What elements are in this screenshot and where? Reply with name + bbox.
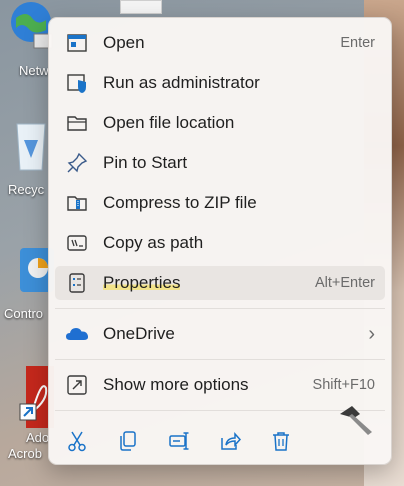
menu-item-compress-to-zip[interactable]: Compress to ZIP file — [55, 186, 385, 220]
delete-button[interactable] — [264, 424, 298, 458]
rename-icon — [169, 432, 189, 450]
menu-item-label: Copy as path — [103, 233, 204, 252]
share-button[interactable] — [213, 424, 247, 458]
menu-item-label: Open — [103, 33, 145, 52]
menu-item-label: Open file location — [103, 113, 235, 132]
menu-separator — [55, 359, 385, 360]
onedrive-icon — [65, 322, 89, 346]
open-app-icon — [65, 31, 89, 55]
copy-icon — [120, 431, 136, 451]
menu-item-copy-as-path[interactable]: Copy as path — [55, 226, 385, 260]
menu-separator — [55, 308, 385, 309]
trash-icon — [273, 432, 289, 451]
more-options-icon — [65, 373, 89, 397]
properties-icon — [65, 271, 89, 295]
menu-item-open-file-location[interactable]: Open file location — [55, 106, 385, 140]
context-menu: Open Enter Run as administrator Open fil… — [48, 17, 392, 465]
cut-icon — [68, 431, 86, 452]
folder-icon — [65, 111, 89, 135]
highlight-marker: Properties — [103, 273, 181, 292]
menu-item-label: Run as administrator — [103, 73, 260, 92]
desktop-icon-label: Ado — [26, 430, 50, 445]
menu-item-shortcut: Shift+F10 — [312, 377, 375, 393]
share-icon — [221, 432, 241, 450]
cut-button[interactable] — [60, 424, 94, 458]
rename-button[interactable] — [162, 424, 196, 458]
menu-item-properties[interactable]: Properties Alt+Enter — [55, 266, 385, 300]
menu-item-label: Show more options — [103, 375, 249, 394]
menu-item-run-as-administrator[interactable]: Run as administrator — [55, 66, 385, 100]
chevron-right-icon: › — [368, 322, 375, 345]
copy-path-icon — [65, 231, 89, 255]
desktop-icon-label: Contro — [4, 306, 44, 321]
document-thumbnail[interactable] — [120, 0, 162, 14]
menu-item-label: Pin to Start — [103, 153, 188, 172]
hammer-logo-icon — [340, 406, 372, 435]
desktop-icon-label: Netw — [19, 63, 49, 78]
menu-item-open[interactable]: Open Enter — [55, 26, 385, 60]
menu-item-shortcut: Alt+Enter — [314, 275, 375, 291]
menu-item-label: OneDrive — [103, 324, 175, 343]
pin-icon — [65, 151, 89, 175]
menu-item-show-more-options[interactable]: Show more options Shift+F10 — [55, 368, 385, 402]
menu-item-label: Compress to ZIP file — [103, 193, 257, 212]
desktop-icon-label: Acrob — [8, 446, 42, 461]
menu-item-shortcut: Enter — [340, 35, 375, 51]
menu-item-onedrive[interactable]: OneDrive › — [55, 317, 385, 351]
menu-item-label: Properties — [103, 273, 315, 293]
desktop-icon-label: Recyc — [8, 182, 45, 197]
copy-button[interactable] — [111, 424, 145, 458]
shield-icon — [65, 71, 89, 95]
menu-item-pin-to-start[interactable]: Pin to Start — [55, 146, 385, 180]
zip-icon — [65, 191, 89, 215]
